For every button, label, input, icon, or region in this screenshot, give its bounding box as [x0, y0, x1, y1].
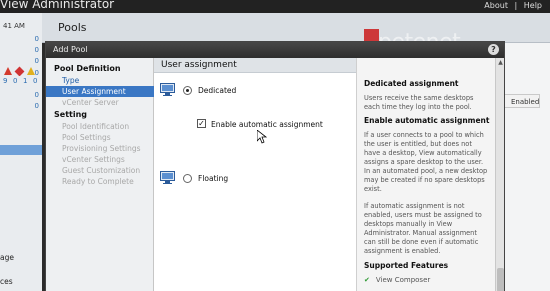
sidebar-selected-item[interactable]: [0, 145, 42, 155]
feature-label: View Composer: [375, 276, 431, 284]
page-title: Pools: [58, 21, 87, 34]
scroll-up-arrow-icon[interactable]: ▲: [496, 58, 505, 67]
nav-item-vcenter-server: vCenter Server: [62, 98, 119, 107]
status-icons: [4, 66, 35, 76]
auto-assign-checkbox[interactable]: ✓: [197, 119, 206, 128]
floating-label: Floating: [198, 174, 229, 183]
pools-header: Pools: [42, 13, 550, 43]
nav-item-pool-settings: Pool Settings: [62, 133, 111, 142]
help-heading-features: Supported Features: [364, 261, 449, 270]
enabled-column-header[interactable]: Enabled: [500, 94, 540, 108]
warning-triangle-icon: [27, 67, 35, 75]
help-link[interactable]: Help: [524, 1, 542, 10]
alert-triangle-icon: [4, 67, 12, 75]
dialog-titlebar[interactable]: Add Pool ?: [46, 42, 504, 58]
sidebar-count: 0: [34, 46, 39, 54]
help-scrollbar[interactable]: ▲: [495, 58, 504, 291]
nav-item-guest-customization: Guest Customization: [62, 166, 141, 175]
sidebar-fragment: ces: [0, 277, 13, 286]
sidebar-count: 0: [34, 57, 39, 65]
pools-table-area: [505, 43, 550, 291]
user-assignment-panel: User assignment Dedicated ✓ Enable autom…: [154, 58, 356, 291]
help-text: exist.: [364, 185, 382, 193]
auto-assign-label: Enable automatic assignment: [211, 120, 323, 129]
dedicated-radio[interactable]: [183, 86, 192, 95]
nav-item-ready-to-complete: Ready to Complete: [62, 177, 134, 186]
sidebar-count: 0: [34, 35, 39, 43]
help-text: each time they log into the pool.: [364, 103, 472, 111]
about-link[interactable]: About: [484, 1, 508, 10]
nav-item-type[interactable]: Type: [46, 75, 154, 86]
sidebar-time: 41 AM: [3, 22, 25, 30]
dialog-title: Add Pool: [53, 45, 88, 54]
error-diamond-icon: [14, 66, 25, 76]
floating-desktop-icon: [160, 171, 175, 184]
nav-header-pool-definition: Pool Definition: [54, 64, 121, 73]
add-pool-dialog: Add Pool ? Pool Definition Type User Ass…: [45, 41, 505, 291]
inventory-sidebar: 41 AM 0 0 0 0 9 0 1 0 0 0 age ces: [0, 13, 42, 291]
status-count: 0: [33, 77, 38, 85]
top-links: About | Help: [480, 1, 542, 10]
scroll-thumb[interactable]: [497, 268, 504, 291]
help-pane: Dedicated assignment Users receive the s…: [356, 58, 495, 291]
panel-title: User assignment: [161, 60, 237, 70]
nav-item-vcenter-settings: vCenter Settings: [62, 155, 125, 164]
help-heading-auto: Enable automatic assignment: [364, 116, 490, 125]
sidebar-count: 0: [34, 91, 39, 99]
floating-radio[interactable]: [183, 174, 192, 183]
nav-header-setting: Setting: [54, 110, 87, 119]
app-top-bar: View Administrator About | Help: [0, 0, 550, 13]
feature-item: ✔ View Composer: [364, 276, 430, 284]
mouse-cursor-icon: [257, 130, 267, 144]
status-count: 9: [3, 77, 8, 85]
wizard-nav: Pool Definition Type User Assignment vCe…: [46, 58, 154, 291]
dedicated-desktop-icon: [160, 83, 175, 96]
sidebar-count: 0: [34, 102, 39, 110]
checkmark-icon: ✔: [364, 276, 370, 284]
dedicated-label: Dedicated: [198, 86, 237, 95]
panel-header: User assignment: [154, 58, 356, 73]
status-count: 0: [13, 77, 18, 85]
status-count: 1: [23, 77, 28, 85]
nav-item-provisioning-settings: Provisioning Settings: [62, 144, 141, 153]
help-heading-dedicated: Dedicated assignment: [364, 79, 459, 88]
link-separator: |: [514, 1, 518, 10]
nav-item-pool-identification: Pool Identification: [62, 122, 130, 131]
help-icon[interactable]: ?: [488, 44, 499, 55]
nav-item-user-assignment[interactable]: User Assignment: [46, 86, 154, 97]
sidebar-fragment: age: [0, 253, 14, 262]
help-text: assignment is enabled.: [364, 247, 441, 255]
app-title: View Administrator: [0, 0, 115, 11]
